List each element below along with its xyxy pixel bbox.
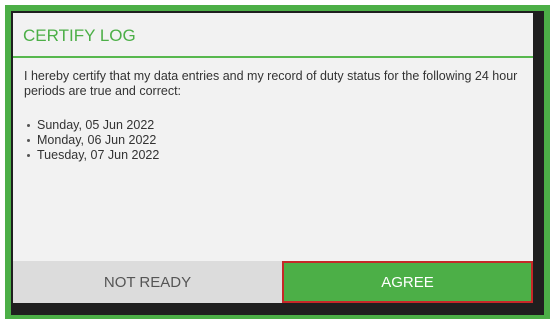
bullet-icon xyxy=(27,139,30,142)
agree-button[interactable]: AGREE xyxy=(282,261,533,303)
dialog-button-bar: NOT READY AGREE xyxy=(13,261,533,303)
date-label: Tuesday, 07 Jun 2022 xyxy=(37,148,160,162)
title-divider xyxy=(13,56,533,58)
certification-message: I hereby certify that my data entries an… xyxy=(24,69,518,98)
certify-log-dialog: CERTIFY LOG I hereby certify that my dat… xyxy=(13,13,533,303)
date-label: Sunday, 05 Jun 2022 xyxy=(37,118,155,132)
list-item: Tuesday, 07 Jun 2022 xyxy=(27,148,159,163)
date-label: Monday, 06 Jun 2022 xyxy=(37,133,157,147)
list-item: Monday, 06 Jun 2022 xyxy=(27,133,159,148)
dialog-title: CERTIFY LOG xyxy=(23,26,136,45)
certified-dates-list: Sunday, 05 Jun 2022 Monday, 06 Jun 2022 … xyxy=(27,118,159,163)
list-item: Sunday, 05 Jun 2022 xyxy=(27,118,159,133)
bullet-icon xyxy=(27,124,30,127)
not-ready-button[interactable]: NOT READY xyxy=(13,261,282,303)
bullet-icon xyxy=(27,154,30,157)
